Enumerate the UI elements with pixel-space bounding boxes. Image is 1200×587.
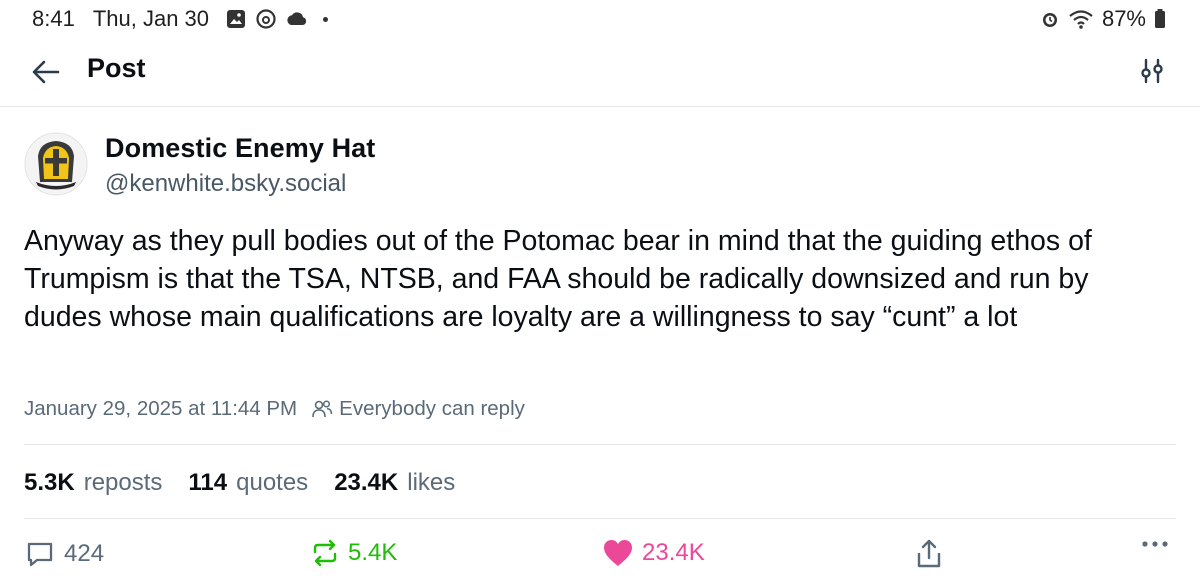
status-time: 8:41: [32, 6, 75, 31]
gallery-notification-icon: [227, 10, 246, 28]
share-icon: [917, 539, 941, 568]
engagement-counts: 5.3K reposts 114 quotes 23.4K likes: [24, 469, 481, 497]
reposts-count[interactable]: 5.3K: [24, 469, 75, 497]
reply-setting[interactable]: Everybody can reply: [339, 397, 525, 421]
like-button[interactable]: 23.4K: [602, 538, 705, 568]
battery-percent: 87%: [1101, 6, 1146, 31]
reply-icon: [27, 542, 53, 567]
cloud-notification-icon: [287, 12, 307, 25]
quotes-label[interactable]: quotes: [236, 469, 308, 497]
battery-icon: [1155, 9, 1165, 28]
alarm-icon: [1042, 13, 1057, 27]
post-header: Post: [0, 38, 1200, 107]
divider: [24, 444, 1176, 445]
author-display-name[interactable]: Domestic Enemy Hat: [105, 133, 375, 164]
status-bar: 8:41 Thu, Jan 30 87%: [0, 0, 1200, 38]
more-options-button[interactable]: [1140, 538, 1170, 550]
author-block: Domestic Enemy Hat @kenwhite.bsky.social: [24, 126, 1176, 208]
divider: [24, 518, 1176, 519]
post-meta: January 29, 2025 at 11:44 PM Everybody c…: [24, 397, 525, 421]
repost-icon: [313, 539, 337, 567]
post-actions: 424 5.4K 23.4K: [24, 538, 1176, 582]
post-body-text: Anyway as they pull bodies out of the Po…: [24, 225, 1092, 333]
more-horizontal-icon: [1142, 541, 1168, 547]
author-handle[interactable]: @kenwhite.bsky.social: [105, 170, 346, 198]
post-timestamp: January 29, 2025 at 11:44 PM: [24, 397, 298, 420]
page-title: Post: [87, 53, 146, 83]
status-date: Thu, Jan 30: [92, 6, 210, 31]
likes-label[interactable]: likes: [407, 469, 455, 497]
reply-button[interactable]: 424: [24, 538, 104, 570]
author-avatar[interactable]: [24, 132, 88, 196]
thread-settings-icon[interactable]: [1137, 56, 1167, 86]
reply-count: 424: [64, 540, 105, 567]
post: Domestic Enemy Hat @kenwhite.bsky.social…: [24, 126, 1176, 568]
people-icon: [312, 400, 333, 418]
back-arrow-icon[interactable]: [30, 58, 62, 86]
wifi-icon: [1069, 10, 1093, 29]
repost-button[interactable]: 5.4K: [310, 538, 397, 568]
likes-count[interactable]: 23.4K: [334, 469, 398, 497]
threads-notification-icon: [256, 9, 276, 29]
like-count: 23.4K: [642, 539, 705, 566]
reposts-label[interactable]: reposts: [84, 469, 163, 497]
repost-count: 5.4K: [348, 539, 398, 566]
share-button[interactable]: [914, 538, 944, 570]
quotes-count[interactable]: 114: [188, 469, 227, 497]
more-notifications-dot: [323, 16, 329, 22]
heart-icon: [604, 540, 632, 566]
